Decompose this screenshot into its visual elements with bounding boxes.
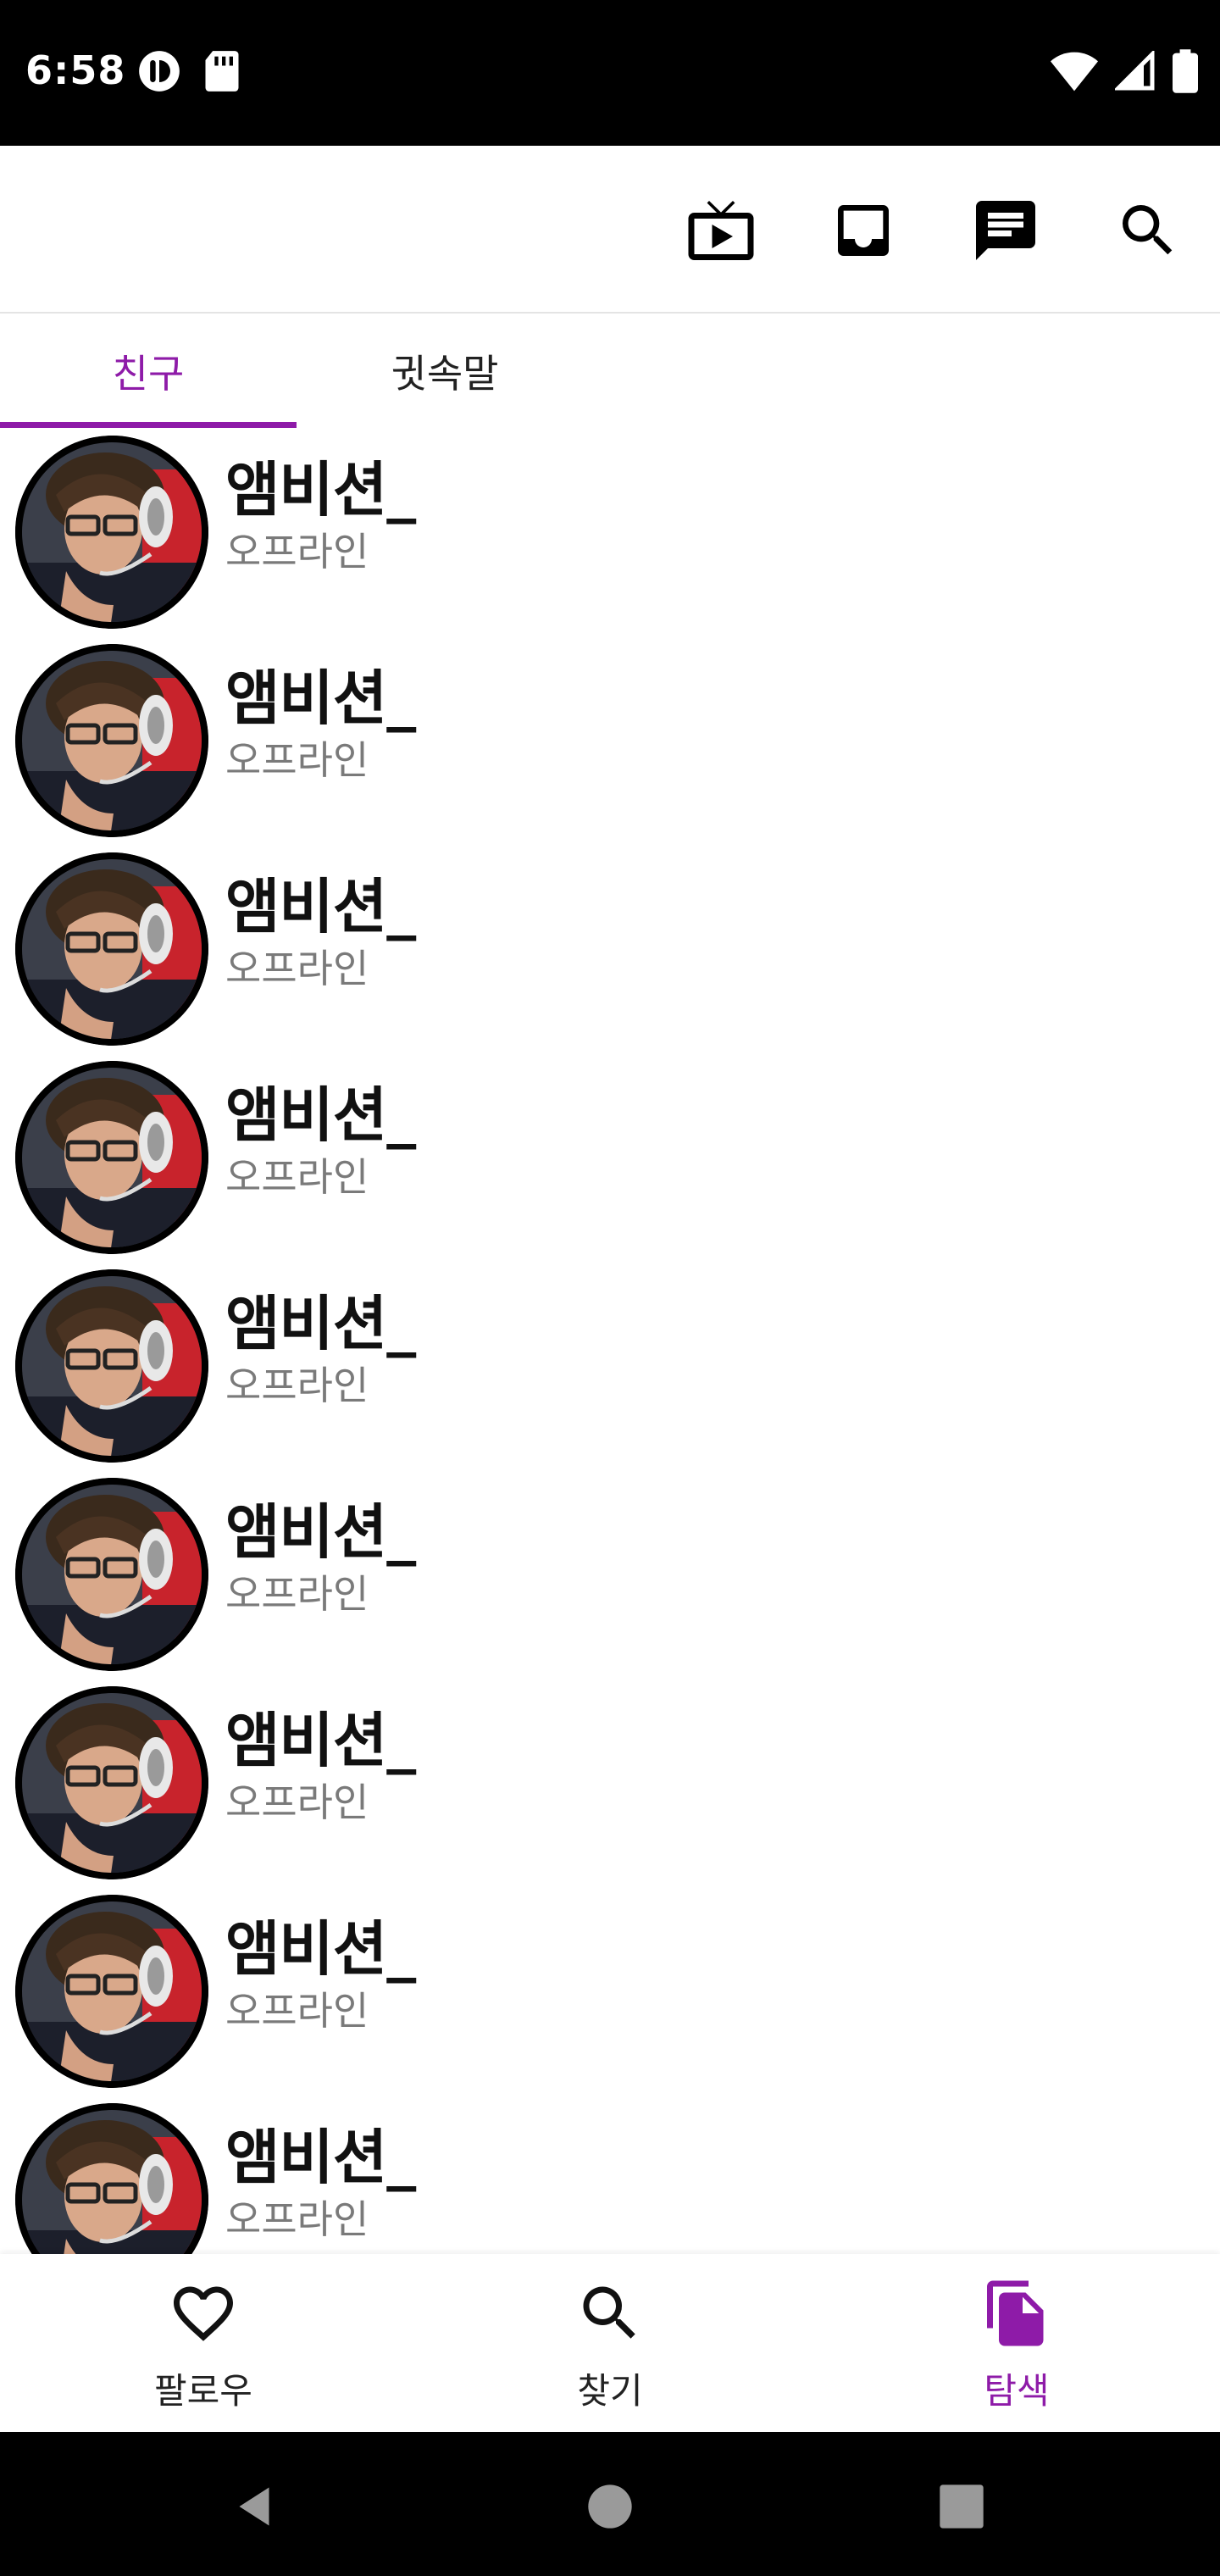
friend-status: 오프라인 [225, 1363, 369, 1408]
status-time: 6:58 [25, 47, 126, 93]
avatar[interactable] [15, 2103, 208, 2259]
tab-whisper-label: 귓속말 [391, 351, 499, 397]
battery-icon [1173, 49, 1198, 97]
file-copy-icon [981, 2278, 1052, 2349]
app-content: 친구 귓속말 앰비션_ 오프라인 앰비션_ 오프라인 앰비션_ 오프라인 앰비션… [0, 146, 1220, 2432]
friend-list[interactable]: 앰비션_ 오프라인 앰비션_ 오프라인 앰비션_ 오프라인 앰비션_ 오프라인 … [0, 429, 1220, 2259]
friend-status: 오프라인 [225, 529, 369, 575]
friend-status: 오프라인 [225, 946, 369, 991]
signal-icon [1112, 48, 1156, 95]
friend-status: 오프라인 [225, 1571, 369, 1617]
friend-row[interactable]: 앰비션_ 오프라인 [0, 1888, 1220, 2096]
phone-screen: 6:58 친구 귓속말 앰비션_ 오프라인 앰비션_ 오프라인 앰비션_ 오프라… [0, 0, 1220, 2576]
nav-follow[interactable]: 팔로우 [0, 2254, 407, 2432]
tv-play-icon[interactable] [685, 195, 757, 266]
friend-status: 오프라인 [225, 1154, 369, 1200]
status-bar: 6:58 [0, 0, 1220, 146]
friend-row[interactable]: 앰비션_ 오프라인 [0, 1263, 1220, 1471]
avatar[interactable] [15, 1269, 208, 1463]
tab-indicator [0, 422, 297, 428]
avatar[interactable] [15, 1478, 208, 1671]
friend-name: 앰비션_ [225, 1497, 416, 1567]
back-icon[interactable] [220, 2473, 288, 2540]
friend-row[interactable]: 앰비션_ 오프라인 [0, 637, 1220, 846]
avatar[interactable] [15, 1895, 208, 2088]
friend-row[interactable]: 앰비션_ 오프라인 [0, 429, 1220, 637]
avatar[interactable] [15, 1061, 208, 1254]
friend-name: 앰비션_ [225, 1914, 416, 1984]
tab-friends[interactable]: 친구 [0, 314, 297, 429]
home-icon[interactable] [576, 2473, 644, 2540]
heart-outline-icon [168, 2278, 239, 2349]
nav-explore[interactable]: 탐색 [813, 2254, 1220, 2432]
friend-name: 앰비션_ [225, 1706, 416, 1775]
chat-icon[interactable] [970, 195, 1041, 266]
search-icon[interactable] [1112, 195, 1184, 266]
avatar[interactable] [15, 1686, 208, 1879]
friend-name: 앰비션_ [225, 455, 416, 525]
nav-explore-label: 탐색 [984, 2370, 1050, 2412]
friend-name: 앰비션_ [225, 1080, 416, 1150]
friend-row[interactable]: 앰비션_ 오프라인 [0, 2096, 1220, 2259]
friend-status: 오프라인 [225, 2196, 369, 2242]
friend-row[interactable]: 앰비션_ 오프라인 [0, 1054, 1220, 1263]
nav-find-label: 찾기 [577, 2370, 643, 2412]
nav-follow-label: 팔로우 [154, 2370, 252, 2412]
friend-name: 앰비션_ [225, 663, 416, 733]
avatar[interactable] [15, 644, 208, 837]
friend-name: 앰비션_ [225, 2123, 416, 2192]
sd-card-icon [203, 49, 241, 97]
inbox-icon[interactable] [828, 195, 899, 266]
friend-status: 오프라인 [225, 1779, 369, 1825]
search-icon [574, 2278, 646, 2349]
tab-whisper[interactable]: 귓속말 [297, 314, 593, 429]
friend-row[interactable]: 앰비션_ 오프라인 [0, 1679, 1220, 1888]
bottom-navigation: 팔로우 찾기 탐색 [0, 2254, 1220, 2432]
notification-icon [137, 49, 181, 97]
friend-row[interactable]: 앰비션_ 오프라인 [0, 1471, 1220, 1679]
nav-find[interactable]: 찾기 [407, 2254, 813, 2432]
top-toolbar [0, 146, 1220, 314]
friend-name: 앰비션_ [225, 872, 416, 941]
avatar[interactable] [15, 852, 208, 1046]
tab-bar: 친구 귓속말 [0, 314, 1220, 429]
friend-row[interactable]: 앰비션_ 오프라인 [0, 846, 1220, 1054]
friend-name: 앰비션_ [225, 1289, 416, 1358]
system-navigation-bar [0, 2432, 1220, 2576]
friend-status: 오프라인 [225, 737, 369, 783]
recents-icon[interactable] [928, 2473, 995, 2540]
wifi-icon [1051, 51, 1098, 95]
avatar[interactable] [15, 436, 208, 629]
tab-friends-label: 친구 [112, 351, 185, 397]
friend-status: 오프라인 [225, 1988, 369, 2034]
